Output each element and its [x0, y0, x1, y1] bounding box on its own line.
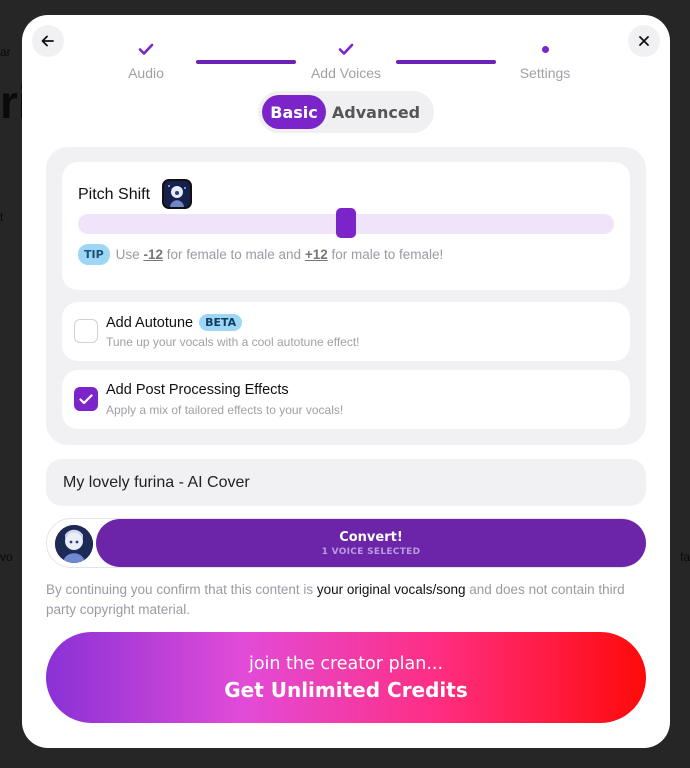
autotune-option[interactable]: Add Autotune BETA Tune up your vocals wi…	[62, 302, 630, 361]
step-label: Add Voices	[310, 65, 382, 81]
mode-tabs: Basic Advanced	[258, 91, 434, 133]
post-processing-checkbox[interactable]	[74, 387, 98, 411]
tip-value-negative: -12	[143, 247, 163, 262]
background-text: t	[0, 210, 4, 224]
autotune-title: Add Autotune	[106, 314, 194, 331]
step-add-voices[interactable]: Add Voices	[286, 37, 406, 81]
tab-advanced[interactable]: Advanced	[326, 95, 426, 129]
voice-count: 1 VOICE SELECTED	[321, 546, 421, 557]
copyright-disclaimer: By continuing you confirm that this cont…	[46, 580, 646, 620]
current-step-dot	[541, 45, 549, 53]
step-settings[interactable]: Settings	[485, 37, 605, 81]
convert-row: Convert! 1 VOICE SELECTED	[46, 518, 646, 568]
tip-text: Use	[115, 247, 140, 262]
autotune-checkbox[interactable]	[74, 319, 98, 343]
autotune-description: Tune up your vocals with a cool autotune…	[106, 335, 360, 349]
convert-label: Convert!	[339, 529, 403, 545]
back-button[interactable]	[32, 25, 64, 57]
background-text: vo	[0, 550, 13, 564]
step-connector	[396, 60, 496, 64]
beta-badge: BETA	[199, 314, 243, 331]
pitch-slider-handle[interactable]	[336, 208, 356, 238]
disclaimer-emphasis: your original vocals/song	[316, 582, 466, 597]
post-processing-option[interactable]: Add Post Processing Effects Apply a mix …	[62, 370, 630, 429]
tip-badge: TIP	[78, 244, 110, 265]
arrow-left-icon	[41, 35, 54, 47]
close-button[interactable]	[628, 25, 660, 57]
pitch-tip: TIP Use -12 for female to male and +12 f…	[78, 244, 443, 265]
tip-value-positive: +12	[304, 247, 328, 262]
cover-title-input[interactable]	[46, 459, 646, 506]
close-icon	[639, 36, 649, 46]
tip-text: for female to male and	[166, 247, 302, 262]
step-label: Settings	[519, 65, 571, 81]
upgrade-subtitle: join the creator plan...	[248, 653, 444, 674]
settings-modal: Audio Add Voices Settings Basic Advanced…	[22, 15, 670, 748]
pitch-slider[interactable]	[78, 208, 614, 238]
voice-avatar	[55, 525, 93, 563]
check-icon	[338, 43, 354, 55]
disclaimer-text: By continuing you confirm that this cont…	[46, 582, 314, 597]
post-processing-description: Apply a mix of tailored effects to your …	[106, 403, 344, 417]
background-text: fa	[679, 550, 690, 564]
upgrade-title: Get Unlimited Credits	[224, 677, 468, 702]
step-label: Audio	[128, 65, 164, 81]
pitch-shift-card: Pitch Shift TIP Use -12 for female to ma…	[62, 162, 630, 290]
upgrade-button[interactable]: join the creator plan... Get Unlimited C…	[46, 632, 646, 723]
background-text: ar	[0, 45, 11, 59]
check-icon	[79, 393, 93, 404]
voice-avatar	[162, 179, 192, 209]
tab-basic[interactable]: Basic	[262, 95, 326, 129]
tip-text: for male to female!	[331, 247, 444, 262]
pitch-shift-title: Pitch Shift	[78, 186, 151, 203]
settings-panel: Pitch Shift TIP Use -12 for female to ma…	[46, 147, 646, 445]
step-connector	[196, 60, 296, 64]
step-audio[interactable]: Audio	[86, 37, 206, 81]
post-processing-title: Add Post Processing Effects	[106, 382, 289, 398]
check-icon	[138, 43, 154, 55]
convert-button[interactable]: Convert! 1 VOICE SELECTED	[96, 519, 646, 567]
